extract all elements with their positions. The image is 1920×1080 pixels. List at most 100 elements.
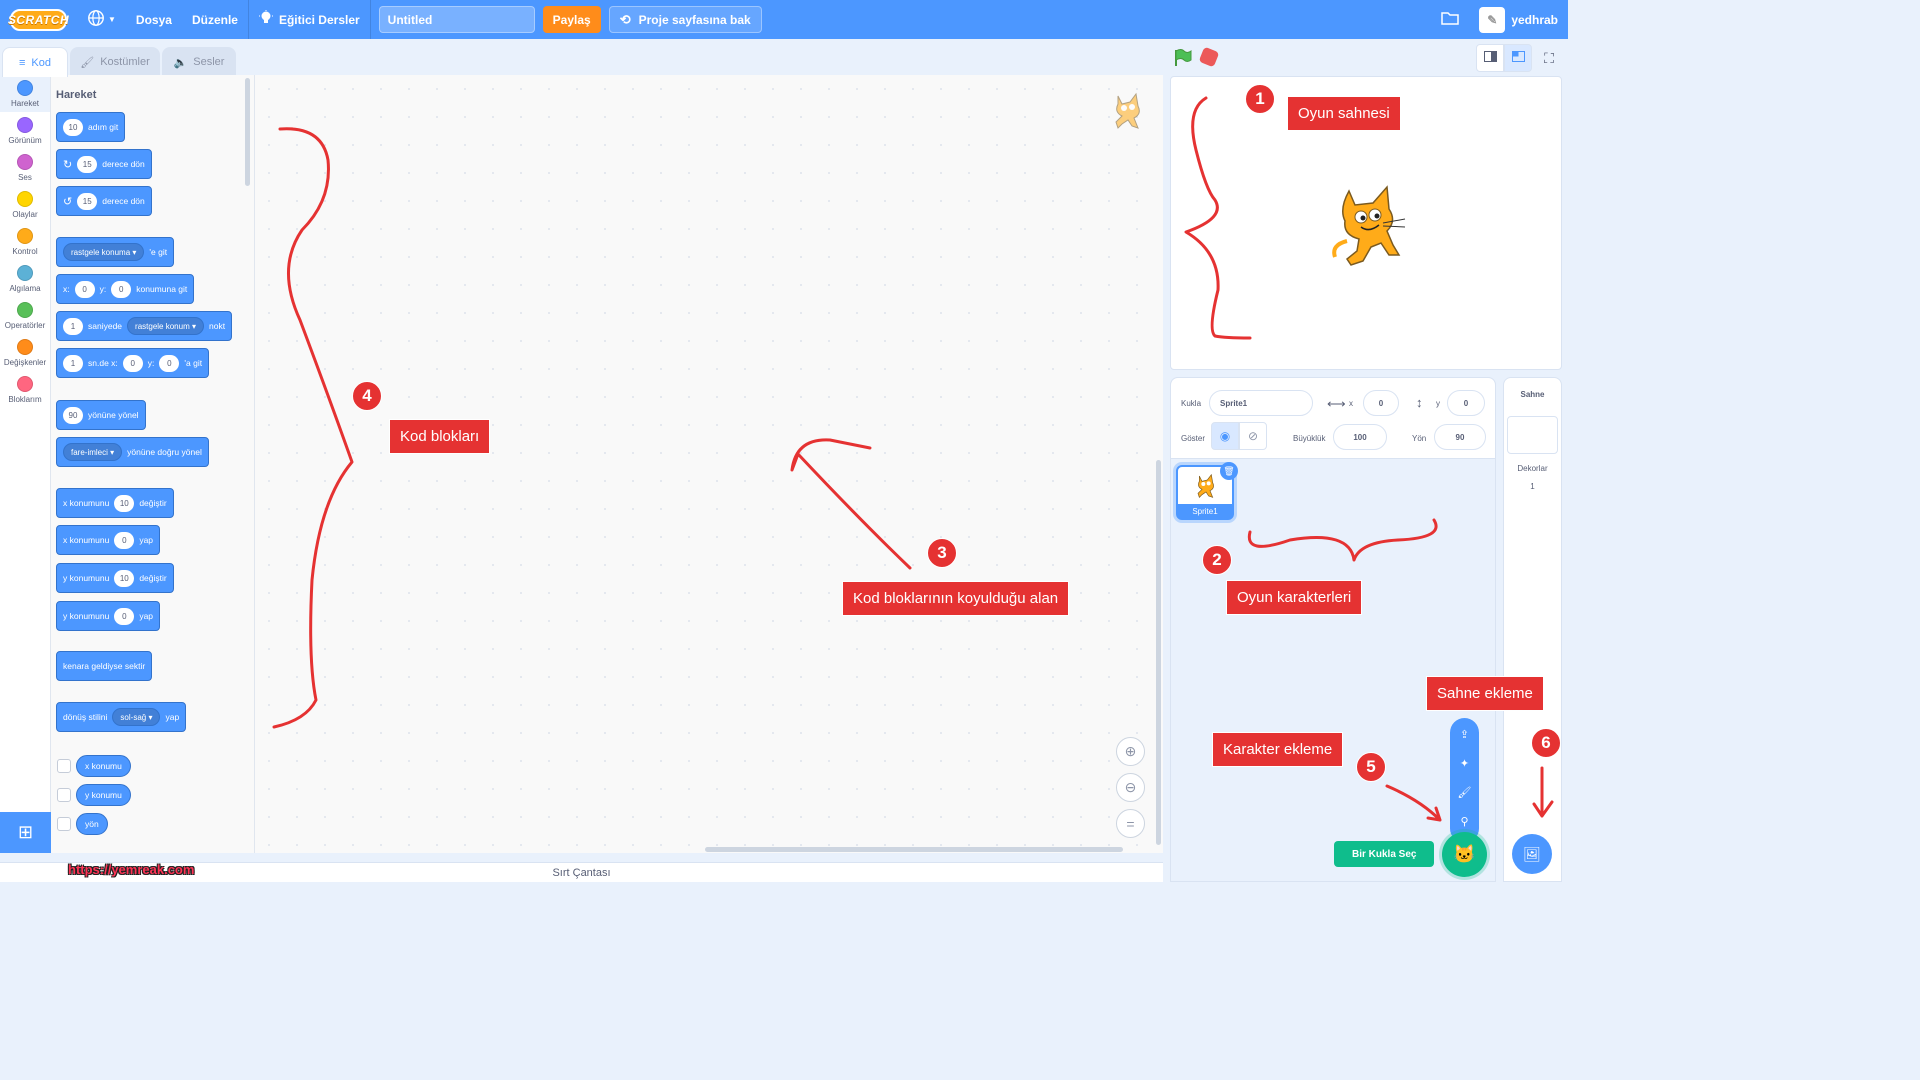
block-change-x[interactable]: x konumunu 10 değiştir: [56, 488, 174, 518]
choose-sprite-button[interactable]: 🐱: [1442, 832, 1487, 877]
block-input[interactable]: 1: [63, 354, 83, 372]
monitor-checkbox[interactable]: [57, 788, 71, 802]
workspace-vertical-scrollbar[interactable]: [1156, 460, 1161, 845]
stop-icon[interactable]: [1198, 46, 1220, 68]
block-bounce[interactable]: kenara geldiyse sektir: [56, 651, 153, 681]
category-looks[interactable]: Görünüm: [0, 112, 50, 149]
block-set-x[interactable]: x konumunu 0 yap: [56, 525, 161, 555]
block-input[interactable]: 10: [63, 118, 83, 136]
block-dropdown[interactable]: fare-imleci ▾: [63, 443, 123, 461]
upload-sprite-button[interactable]: ⇪: [1450, 720, 1479, 748]
small-stage-button[interactable]: [1476, 44, 1504, 72]
hide-sprite-button[interactable]: ⊘: [1239, 422, 1267, 450]
block-input[interactable]: 0: [114, 607, 135, 625]
palette-scrollbar[interactable]: [245, 78, 250, 186]
block-input[interactable]: 10: [114, 569, 135, 587]
block-dropdown[interactable]: rastgele konuma ▾: [63, 243, 145, 261]
project-title-input[interactable]: [378, 6, 535, 33]
block-text: derece dön: [102, 196, 145, 206]
block-turn-left[interactable]: ↺ 15 derece dön: [56, 186, 152, 216]
large-stage-button[interactable]: [1504, 44, 1532, 72]
block-dropdown[interactable]: sol-sağ ▾: [112, 708, 161, 726]
sparkle-icon: ✦: [1459, 757, 1470, 770]
reporter-x-position[interactable]: x konumu: [76, 755, 131, 777]
block-input[interactable]: 15: [77, 155, 98, 173]
category-sensing[interactable]: Algılama: [0, 260, 50, 297]
backdrop-thumbnail[interactable]: [1507, 416, 1558, 454]
block-text: değiştir: [139, 573, 167, 583]
fullscreen-button[interactable]: ⛶: [1536, 44, 1562, 72]
project-page-button[interactable]: ⟲ Proje sayfasına bak: [608, 6, 762, 33]
monitor-checkbox[interactable]: [57, 759, 71, 773]
reporter-y-position[interactable]: y konumu: [76, 784, 131, 806]
script-workspace[interactable]: [255, 75, 1163, 853]
search-sprite-button[interactable]: ⚲: [1450, 807, 1479, 835]
surprise-sprite-button[interactable]: ✦: [1450, 749, 1479, 777]
block-move-steps[interactable]: 10 adım git: [56, 112, 126, 142]
block-input[interactable]: 90: [63, 406, 83, 424]
y-position-input[interactable]: 0: [1447, 390, 1485, 416]
add-extension-button[interactable]: ⊞: [0, 812, 51, 853]
block-input[interactable]: 1: [63, 317, 83, 335]
category-my-blocks[interactable]: Bloklarım: [0, 371, 50, 408]
tab-sounds[interactable]: 🔈 Sesler: [162, 47, 236, 76]
share-button[interactable]: Paylaş: [542, 6, 601, 33]
choose-backdrop-button[interactable]: 🖼: [1512, 834, 1552, 874]
block-goto-xy[interactable]: x: 0 y: 0 konumuna git: [56, 274, 195, 304]
block-turn-right[interactable]: ↻ 15 derece dön: [56, 149, 152, 179]
rotate-left-icon: ↺: [63, 195, 73, 208]
category-motion[interactable]: Hareket: [0, 75, 50, 112]
block-rotation-style[interactable]: dönüş stilini sol-sağ ▾ yap: [56, 702, 187, 732]
category-variables[interactable]: Değişkenler: [0, 334, 50, 371]
username[interactable]: yedhrab: [1511, 13, 1558, 27]
sprite-name-input[interactable]: [1209, 390, 1313, 416]
block-change-y[interactable]: y konumunu 10 değiştir: [56, 563, 174, 593]
delete-sprite-button[interactable]: 🗑: [1220, 462, 1238, 480]
block-input[interactable]: 0: [114, 531, 135, 549]
show-sprite-button[interactable]: ◉: [1211, 422, 1239, 450]
stage-size-toggle: [1476, 44, 1532, 72]
reporter-direction[interactable]: yön: [76, 813, 108, 835]
block-glide-xy[interactable]: 1 sn.de x: 0 y: 0 'a git: [56, 348, 210, 378]
project-page-label: Proje sayfasına bak: [638, 12, 751, 27]
edit-menu[interactable]: Düzenle: [182, 0, 248, 39]
workspace-horizontal-scrollbar[interactable]: [705, 847, 1123, 852]
block-point-direction[interactable]: 90 yönüne yönel: [56, 400, 146, 430]
direction-input[interactable]: 90: [1434, 424, 1486, 450]
add-sprite-menu: ⇪ ✦ 🖌 ⚲: [1450, 718, 1479, 843]
block-input[interactable]: 0: [74, 280, 95, 298]
green-flag-icon[interactable]: [1172, 48, 1192, 68]
category-control[interactable]: Kontrol: [0, 223, 50, 260]
zoom-in-button[interactable]: ⊕: [1116, 737, 1145, 766]
x-position-input[interactable]: 0: [1363, 390, 1399, 416]
block-input[interactable]: 15: [77, 192, 98, 210]
category-sound[interactable]: Ses: [0, 149, 50, 186]
paint-sprite-button[interactable]: 🖌: [1450, 778, 1479, 806]
tab-code[interactable]: ≡ Kod: [2, 47, 68, 77]
my-stuff-folder-icon[interactable]: [1441, 11, 1460, 28]
tab-costumes[interactable]: 🖌 Kostümler: [70, 47, 160, 76]
cat-sprite[interactable]: [1327, 181, 1409, 271]
user-avatar[interactable]: ✎: [1479, 6, 1506, 33]
backdrops-label: Dekorlar: [1517, 464, 1548, 473]
block-input[interactable]: 0: [159, 354, 180, 372]
small-stage-icon: [1483, 49, 1497, 67]
file-menu[interactable]: Dosya: [126, 0, 182, 39]
zoom-out-button[interactable]: ⊖: [1116, 773, 1145, 802]
monitor-checkbox[interactable]: [57, 817, 71, 831]
block-goto[interactable]: rastgele konuma ▾ 'e git: [56, 237, 175, 267]
size-input[interactable]: 100: [1333, 424, 1387, 450]
block-set-y[interactable]: y konumunu 0 yap: [56, 601, 161, 631]
block-glide[interactable]: 1 saniyede rastgele konum ▾ nokt: [56, 311, 233, 341]
block-input[interactable]: 10: [114, 494, 135, 512]
scratch-logo[interactable]: SCRATCH: [8, 8, 69, 31]
block-dropdown[interactable]: rastgele konum ▾: [127, 317, 204, 335]
language-menu[interactable]: ▼: [77, 0, 126, 39]
category-events[interactable]: Olaylar: [0, 186, 50, 223]
zoom-reset-button[interactable]: =: [1116, 809, 1145, 838]
block-input[interactable]: 0: [111, 280, 132, 298]
block-input[interactable]: 0: [122, 354, 143, 372]
category-operators[interactable]: Operatörler: [0, 297, 50, 334]
block-point-towards[interactable]: fare-imleci ▾ yönüne doğru yönel: [56, 437, 209, 467]
tutorials-menu[interactable]: Eğitici Dersler: [249, 0, 370, 39]
